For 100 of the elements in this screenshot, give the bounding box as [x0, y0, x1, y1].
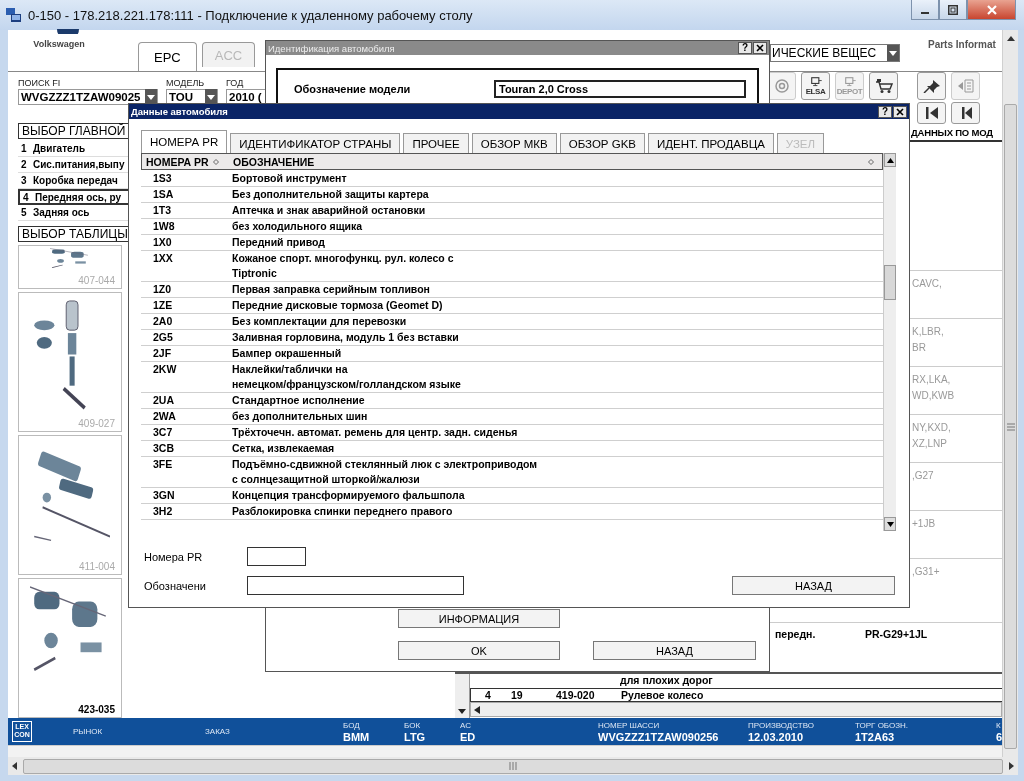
table-row[interactable]: 4 19 419-020 Рулевое колесо [470, 688, 1002, 702]
table-cell-text: 2A0 [152, 314, 174, 329]
table-cell-text: 2UA [152, 393, 175, 408]
ok-button[interactable]: OK [398, 641, 560, 660]
table-row[interactable]: 3H2 Разблокировка спинки переднего правого [141, 504, 883, 520]
scroll-left-icon [10, 761, 20, 771]
table-cell-text: без холодильного ящика [232, 219, 364, 234]
minimize-button[interactable] [911, 0, 939, 20]
status-value: WVGZZZ1TZAW090256 [598, 730, 720, 743]
table-cell-text: Заливная горловина, модуль 1 без вставки [232, 330, 460, 345]
grip-icon [509, 762, 517, 770]
table-cell-text: Разблокировка спинки переднего правого [232, 504, 454, 519]
close-icon [896, 107, 904, 116]
dropdown-arrow-icon [889, 50, 897, 56]
scroll-right-icon [1006, 761, 1016, 771]
scrollbar[interactable] [883, 153, 896, 531]
remote-desktop-icon [5, 6, 23, 24]
tab[interactable]: ПРОЧЕЕ [403, 133, 469, 153]
help-button[interactable]: ? [738, 42, 752, 54]
table-cell-text: 3C7 [152, 425, 174, 440]
table-row[interactable]: 2KW Наклейки/таблички на немецком/французском/голландском языке [141, 362, 883, 393]
table-row[interactable]: 1Z0 Первая заправка серийным топливон [141, 282, 883, 298]
table-row[interactable]: 1ZE Передние дисковые тормоза (Geomet D) [141, 298, 883, 314]
category-dropdown[interactable]: ИЧЕСКИЕ ВЕЩЕС [770, 44, 900, 62]
status-label: ПРОИЗВОДСТВО [748, 720, 815, 731]
scrollbar[interactable] [1002, 30, 1018, 757]
table-cell-text: для плохих дорог [619, 674, 714, 688]
table-cell-text: 1S3 [152, 171, 173, 186]
scroll-thumb[interactable] [884, 264, 896, 300]
diagram-number: 411-004 [79, 561, 115, 572]
close-button[interactable] [753, 42, 767, 54]
back-button[interactable]: НАЗАД [593, 641, 756, 660]
thumbnail-card[interactable]: 423-035 [18, 578, 122, 718]
help-button[interactable]: ? [878, 105, 892, 118]
table-cell-text: WD,KWB [912, 389, 956, 403]
table-cell-text: Подъёмно-сдвижной стеклянный люк с электроприводом с солнцезащитной шторкой/жалюзи [232, 457, 539, 487]
close-button[interactable] [893, 105, 907, 118]
table-cell-text: Кожаное спорт. многофункц. рул. колесо с Tiptronic [232, 251, 455, 281]
toolbar-button[interactable] [869, 72, 898, 100]
table-cell-text: Аптечка и знак аварийной остановки [232, 203, 427, 218]
item-label: Сис.питания,выпу [33, 159, 125, 170]
table-row[interactable]: 2G5 Заливная горловина, модуль 1 без вставки [141, 330, 883, 346]
table-row[interactable]: 3GN Концепция трансформируемого фальшпола [141, 488, 883, 504]
status-value: 12.03.2010 [748, 730, 805, 743]
table-row[interactable]: 2JF Бампер окрашенный [141, 346, 883, 362]
table-cell-text: 1ZE [152, 298, 174, 313]
dropdown-arrow-icon [207, 94, 215, 100]
designation-field[interactable] [247, 576, 464, 595]
tab[interactable]: ОБЗОР МКВ [471, 133, 557, 153]
table-row[interactable]: 1SA Без дополнительной защиты картера [141, 187, 883, 203]
dropdown-arrow-icon [147, 94, 155, 100]
scrollbar[interactable] [455, 674, 470, 718]
table-cell-text: ,G31+ [912, 565, 941, 579]
table-row[interactable]: 2UA Стандартное исполнение [141, 393, 883, 409]
maximize-button[interactable] [939, 0, 967, 20]
status-value: 1T2A63 [855, 730, 896, 743]
table-row[interactable]: 3FE Подъёмно-сдвижной стеклянный люк с электроприводом с солнцезащитной шторкой/жалюзи [141, 457, 883, 488]
table-row[interactable]: 1T3 Аптечка и знак аварийной остановки [141, 203, 883, 219]
column-header[interactable]: ОБОЗНАЧЕНИЕ [230, 155, 868, 168]
scrollbar[interactable] [470, 702, 1002, 717]
tab[interactable]: ИДЕНТИФИКАТОР СТРАНЫ [230, 133, 401, 153]
table-cell-text: 4 [485, 689, 492, 701]
status-label: АС [460, 720, 472, 731]
emblem-icon [57, 29, 79, 34]
tab[interactable]: НОМЕРА PR [141, 130, 228, 153]
scroll-thumb[interactable] [1004, 104, 1017, 749]
minimize-icon [921, 11, 929, 14]
table-row[interactable]: 3CB Сетка, извлекаемая [141, 441, 883, 457]
table-row[interactable]: 2WA без дополнительных шин [141, 409, 883, 425]
status-value: 6 [996, 730, 1002, 743]
tab[interactable]: ИДЕНТ. ПРОДАВЦА [648, 133, 774, 153]
table-cell-text: Первая заправка серийным топливон [232, 282, 431, 297]
table-row[interactable]: 1S3 Бортовой инструмент [141, 171, 883, 187]
tab[interactable]: ОБЗОР GKB [559, 133, 645, 153]
table-cell-text: 3GN [152, 488, 176, 503]
table-row[interactable]: 1W8 без холодильного ящика [141, 219, 883, 235]
sort-icon [868, 158, 874, 165]
sort-icon [212, 158, 219, 165]
info-button[interactable]: ИНФОРМАЦИЯ [398, 609, 560, 628]
item-number: 1 [21, 143, 28, 154]
table-cell: Рулевое колесо [621, 689, 704, 701]
toolbar-button[interactable]: ELSA [801, 72, 830, 100]
table-cell-text: XZ,LNP [912, 437, 948, 451]
item-number: 3 [21, 175, 28, 186]
table-row[interactable]: 1X0 Передний привод [141, 235, 883, 251]
pushpin-icon [922, 79, 941, 93]
back-button[interactable]: НАЗАД [732, 576, 895, 595]
pr-number-field[interactable] [247, 547, 306, 566]
table-cell-text: 2WA [152, 409, 177, 424]
table-row[interactable]: 3C7 Трёхточечн. автомат. ремень для центр. задн. сиденья [141, 425, 883, 441]
tab[interactable]: EPC [138, 42, 197, 71]
column-header[interactable]: НОМЕРА PR [146, 155, 209, 168]
toolbar-button[interactable] [917, 72, 946, 100]
toolbar-button[interactable] [917, 102, 946, 124]
table-cell-text: RX,LKA, [912, 373, 952, 387]
toolbar-button[interactable] [951, 102, 980, 124]
status-label: БОД [343, 720, 361, 731]
table-row[interactable]: 1XX Кожаное спорт. многофункц. рул. колесо с Tiptronic [141, 251, 883, 282]
table-row[interactable]: 2A0 Без комплектации для перевозки [141, 314, 883, 330]
model-field[interactable]: Touran 2,0 Cross [494, 80, 746, 98]
